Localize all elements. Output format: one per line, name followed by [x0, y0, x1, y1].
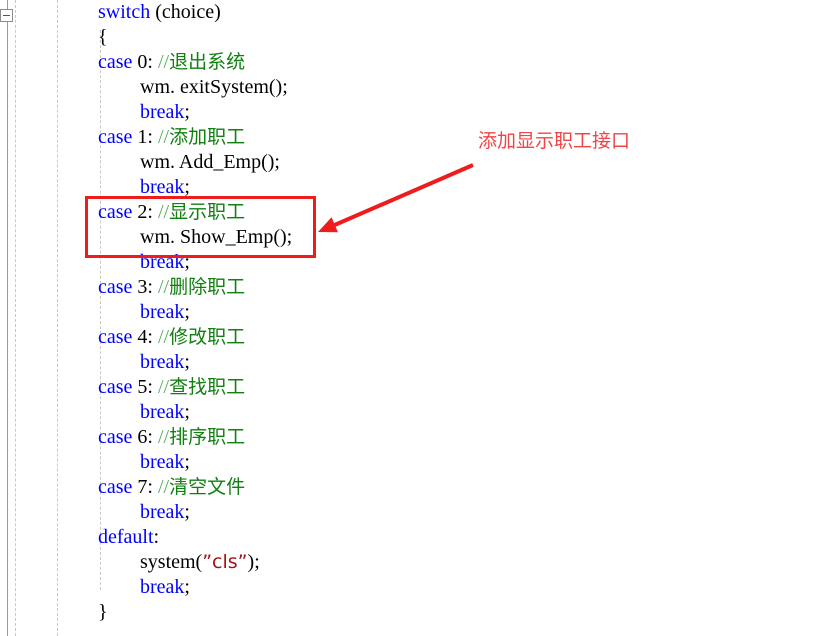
token-plain: ); — [247, 551, 260, 573]
token-plain: } — [98, 601, 108, 623]
code-line[interactable]: break; — [140, 450, 190, 475]
token-plain: (choice) — [150, 1, 221, 23]
code-line[interactable]: { — [98, 25, 108, 50]
code-line[interactable]: default: — [98, 525, 159, 550]
token-plain: system( — [140, 551, 203, 573]
token-kw: break — [140, 576, 185, 598]
token-cmt: 添加职工 — [169, 126, 246, 148]
token-plain: ; — [184, 401, 190, 423]
code-line[interactable]: case 4: //修改职工 — [98, 325, 245, 350]
token-kw: case — [98, 426, 133, 448]
token-kw: case — [98, 376, 133, 398]
token-plain: 0: — [132, 51, 158, 73]
token-cmt: 排序职工 — [169, 426, 246, 448]
token-plain: ; — [184, 351, 190, 373]
code-line[interactable]: break; — [140, 575, 190, 600]
token-plain: 4: — [132, 326, 158, 348]
code-line[interactable]: switch (choice) — [98, 0, 221, 25]
token-cmt: 清空文件 — [169, 476, 246, 498]
token-kw: break — [140, 301, 185, 323]
token-cmt-slash: // — [157, 326, 170, 348]
token-kw: default — [98, 526, 154, 548]
token-plain: wm. exitSystem(); — [140, 76, 288, 98]
token-cmt: 修改职工 — [169, 326, 246, 348]
token-plain: ; — [184, 301, 190, 323]
token-str: ”cls” — [202, 551, 248, 573]
token-kw: break — [140, 501, 185, 523]
token-cmt-slash: // — [157, 376, 170, 398]
code-line[interactable]: break; — [140, 350, 190, 375]
token-plain: ; — [184, 576, 190, 598]
code-line[interactable]: } — [98, 600, 108, 625]
code-line[interactable]: break; — [140, 300, 190, 325]
token-plain: ; — [184, 101, 190, 123]
token-kw: case — [98, 126, 133, 148]
token-plain: ; — [184, 176, 190, 198]
annotation-label: 添加显示职工接口 — [478, 130, 631, 152]
token-cmt-slash: // — [157, 51, 170, 73]
token-kw: switch — [98, 1, 151, 23]
token-plain: 7: — [132, 476, 158, 498]
code-content[interactable]: switch (choice){case 0: //退出系统 wm. exitSy… — [0, 0, 829, 636]
token-kw: break — [140, 401, 185, 423]
token-cmt-slash: // — [157, 126, 170, 148]
token-cmt-slash: // — [157, 476, 170, 498]
code-line[interactable]: case 7: //清空文件 — [98, 475, 245, 500]
code-line[interactable]: wm. exitSystem(); — [140, 75, 288, 100]
token-plain: 6: — [132, 426, 158, 448]
code-line[interactable]: break; — [140, 500, 190, 525]
token-plain: 5: — [132, 376, 158, 398]
code-line[interactable]: break; — [140, 100, 190, 125]
code-line[interactable]: system(”cls”); — [140, 550, 260, 575]
code-line[interactable]: case 6: //排序职工 — [98, 425, 245, 450]
token-kw: case — [98, 476, 133, 498]
code-line[interactable]: wm. Add_Emp(); — [140, 150, 280, 175]
token-plain: { — [98, 26, 108, 48]
code-line[interactable]: case 0: //退出系统 — [98, 50, 245, 75]
annotation-highlight-box — [85, 196, 316, 258]
token-plain: : — [153, 526, 160, 548]
token-kw: break — [140, 351, 185, 373]
token-kw: case — [98, 51, 133, 73]
token-kw: break — [140, 451, 185, 473]
token-plain: wm. Add_Emp(); — [140, 151, 280, 173]
token-kw: break — [140, 101, 185, 123]
token-plain: 1: — [132, 126, 158, 148]
code-line[interactable]: case 3: //删除职工 — [98, 275, 245, 300]
token-cmt: 退出系统 — [169, 51, 246, 73]
code-line[interactable]: break; — [140, 400, 190, 425]
token-cmt: 删除职工 — [169, 276, 246, 298]
token-cmt-slash: // — [157, 426, 170, 448]
code-line[interactable]: case 1: //添加职工 — [98, 125, 245, 150]
token-kw: case — [98, 326, 133, 348]
token-kw: break — [140, 176, 185, 198]
code-line[interactable]: case 5: //查找职工 — [98, 375, 245, 400]
token-plain: 3: — [132, 276, 158, 298]
token-cmt: 查找职工 — [169, 376, 246, 398]
token-plain: ; — [184, 501, 190, 523]
token-kw: case — [98, 276, 133, 298]
code-editor-screenshot: switch (choice){case 0: //退出系统 wm. exitSy… — [0, 0, 829, 636]
token-plain: ; — [184, 451, 190, 473]
token-cmt-slash: // — [157, 276, 170, 298]
